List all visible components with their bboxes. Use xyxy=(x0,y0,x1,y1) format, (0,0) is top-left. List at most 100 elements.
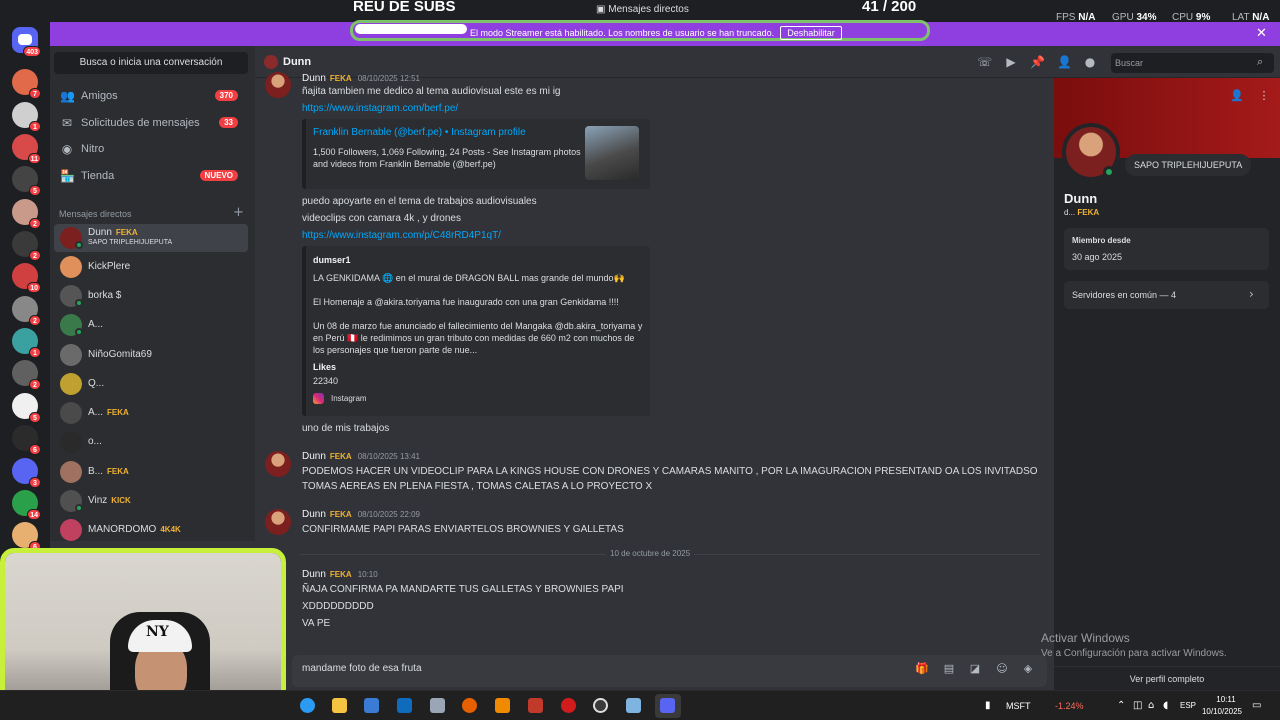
dm-item[interactable]: Q... xyxy=(54,370,248,398)
dm-item[interactable]: o... xyxy=(54,428,248,456)
emoji-icon[interactable]: ☺ xyxy=(995,662,1009,676)
close-icon[interactable]: ✕ xyxy=(1256,26,1267,41)
server-icon[interactable]: 1 xyxy=(12,102,41,132)
embed-title[interactable]: Franklin Bernable (@berf.pe) • Instagram… xyxy=(313,127,526,138)
dm-name: MANORDOMO 4K4K xyxy=(88,524,181,535)
message-avatar[interactable] xyxy=(265,72,291,98)
server-icon[interactable]: 2 xyxy=(12,231,41,261)
message-link[interactable]: https://www.instagram.com/berf.pe/ xyxy=(302,103,458,114)
vlc-icon[interactable] xyxy=(495,698,510,713)
message-avatar[interactable] xyxy=(265,509,291,535)
add-friend-icon[interactable]: 👤 xyxy=(1057,55,1072,69)
message-text: ÑAJA CONFIRMA PA MANDARTE TUS GALLETAS Y… xyxy=(302,584,624,595)
embed-author[interactable]: dumser1 xyxy=(313,255,351,265)
nav-message-requests[interactable]: ✉ Solicitudes de mensajes 33 xyxy=(58,113,244,135)
dm-item[interactable]: Dunn FEKA SAPO TRIPLEHIJUEPUTA xyxy=(54,224,248,252)
new-dm-plus-icon[interactable]: + xyxy=(233,205,244,220)
app-icon[interactable] xyxy=(528,698,543,713)
tray-app-icon[interactable]: ◫ xyxy=(1133,700,1142,711)
clock-time[interactable]: 10:11 xyxy=(1212,695,1240,704)
gift-icon[interactable]: 🎁 xyxy=(915,662,929,676)
server-unread-badge: 2 xyxy=(29,250,41,261)
server-icon[interactable]: 2 xyxy=(12,199,41,229)
notepad-icon[interactable] xyxy=(430,698,445,713)
dm-item[interactable]: A... FEKA xyxy=(54,399,248,427)
server-icon[interactable]: 6 xyxy=(12,522,41,552)
dm-item[interactable]: borka $ xyxy=(54,282,248,310)
sticker-icon[interactable]: ◪ xyxy=(968,662,982,676)
server-icon[interactable]: 5 xyxy=(12,393,41,423)
nav-shop[interactable]: 🏪 Tienda NUEVO xyxy=(58,166,244,188)
firefox-icon[interactable] xyxy=(462,698,477,713)
dm-name: NiñoGomita69 xyxy=(88,349,152,360)
stock-symbol[interactable]: MSFT xyxy=(1006,701,1031,711)
chat-search-input[interactable]: Buscar xyxy=(1111,53,1274,73)
dm-item[interactable]: KickPlere xyxy=(54,253,248,281)
server-icon[interactable]: 2 xyxy=(12,296,41,326)
user-profile-icon[interactable]: ● xyxy=(1083,55,1097,69)
file-explorer-icon[interactable] xyxy=(332,698,347,713)
guild-tag: FEKA xyxy=(115,228,138,237)
language-indicator[interactable]: ESP xyxy=(1180,701,1196,710)
dm-name-text: borka $ xyxy=(88,290,122,301)
call-icon[interactable]: ☏ xyxy=(977,55,992,69)
outlook-icon[interactable] xyxy=(397,698,412,713)
app-icon[interactable] xyxy=(626,698,641,713)
tray-chevron-icon[interactable]: ⌃ xyxy=(1117,700,1125,711)
gif-icon[interactable]: ▤ xyxy=(942,662,956,676)
nav-friends[interactable]: 👥 Amigos 370 xyxy=(58,86,244,108)
sub-goal-title: REU DE SUBS xyxy=(353,0,456,15)
envelope-icon: ✉ xyxy=(61,116,73,130)
server-icon[interactable]: 14 xyxy=(12,490,41,520)
notification-icon[interactable]: ▭ xyxy=(1252,700,1261,711)
server-icon[interactable]: 3 xyxy=(12,458,41,488)
conversation-search-button[interactable]: Busca o inicia una conversación xyxy=(54,52,248,74)
embed-thumbnail[interactable] xyxy=(585,126,639,180)
add-friend-icon[interactable]: 👤 xyxy=(1229,88,1245,104)
server-icon[interactable]: 11 xyxy=(12,134,41,164)
server-icon[interactable]: 1 xyxy=(12,328,41,358)
nav-nitro[interactable]: ◉ Nitro xyxy=(58,139,244,161)
view-full-profile-button[interactable]: Ver perfil completo xyxy=(1054,666,1280,690)
clock-date[interactable]: 10/10/2025 xyxy=(1200,707,1244,716)
message-link[interactable]: https://www.instagram.com/p/C48rRD4P1qT/ xyxy=(302,230,501,241)
more-options-icon[interactable]: ⋮ xyxy=(1256,88,1272,104)
message-author[interactable]: Dunn xyxy=(302,73,326,84)
dm-name-text: Vinz xyxy=(88,495,108,506)
message-author[interactable]: Dunn xyxy=(302,451,326,462)
obs-icon[interactable] xyxy=(593,698,608,713)
pin-icon[interactable]: 📌 xyxy=(1030,55,1045,69)
server-icon[interactable]: 2 xyxy=(12,360,41,390)
message-timestamp: 10:10 xyxy=(357,570,378,579)
dm-item[interactable]: A... xyxy=(54,311,248,339)
streamer-mode-text: El modo Streamer está habilitado. Los no… xyxy=(470,28,775,38)
message-text: TOMAS AEREAS EN PLENA FIESTA , TOMAS CAL… xyxy=(302,481,653,492)
opera-icon[interactable] xyxy=(561,698,576,713)
disable-streamer-button[interactable]: Deshabilitar xyxy=(780,26,842,40)
message-author[interactable]: Dunn xyxy=(302,509,326,520)
discord-taskbar-icon[interactable] xyxy=(660,698,675,713)
dm-item[interactable]: MANORDOMO 4K4K xyxy=(54,516,248,544)
dm-item[interactable]: B... FEKA xyxy=(54,458,248,486)
video-icon[interactable]: ▶ xyxy=(1004,55,1018,69)
message-avatar[interactable] xyxy=(265,451,291,477)
mutual-servers-label[interactable]: Servidores en común — 4 xyxy=(1072,290,1176,300)
server-icon[interactable]: 10 xyxy=(12,263,41,293)
server-icon[interactable]: 7 xyxy=(12,69,41,99)
network-icon[interactable]: ⌂ xyxy=(1148,700,1154,711)
volume-icon[interactable]: ◖ xyxy=(1163,700,1168,711)
sub-goal-progress: 41 / 200 xyxy=(862,0,917,15)
edge-icon[interactable] xyxy=(300,698,315,713)
server-icon[interactable]: 5 xyxy=(12,166,41,196)
store-icon[interactable] xyxy=(364,698,379,713)
apps-icon[interactable]: ◈ xyxy=(1021,662,1035,676)
server-unread-badge: 7 xyxy=(29,88,41,99)
server-icon[interactable]: 6 xyxy=(12,425,41,455)
window-title-text: Mensajes directos xyxy=(608,4,689,15)
message-author[interactable]: Dunn xyxy=(302,569,326,580)
dm-item[interactable]: Vinz KICK xyxy=(54,487,248,515)
message-input-text[interactable]: mandame foto de esa fruta xyxy=(302,663,422,674)
dm-avatar xyxy=(60,461,82,483)
dm-item[interactable]: NiñoGomita69 xyxy=(54,341,248,369)
home-button[interactable]: 403 xyxy=(12,27,41,57)
